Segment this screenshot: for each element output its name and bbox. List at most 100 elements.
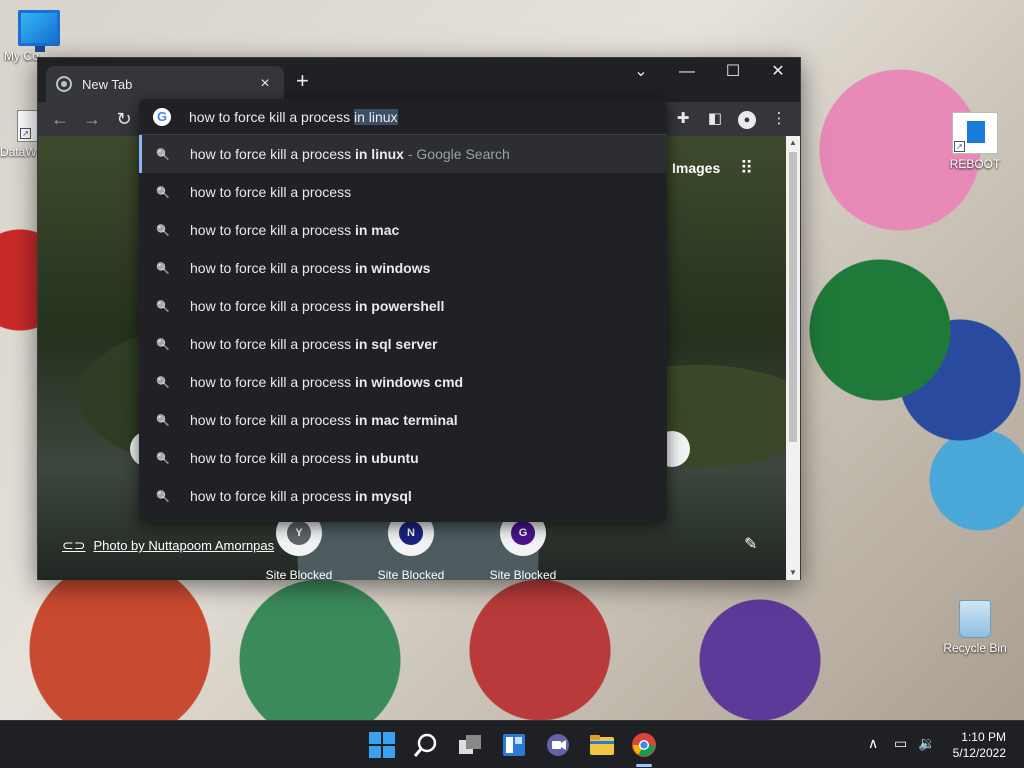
search-icon: 🔍 [156, 452, 170, 465]
suggestion-item[interactable]: 🔍 how to force kill a process in sql serv… [139, 325, 667, 363]
shortcut-letter-icon: G [511, 521, 535, 545]
search-icon: 🔍 [156, 186, 170, 199]
scroll-up-icon[interactable]: ▲ [786, 136, 800, 150]
suggestion-base-text: how to force kill a process [190, 412, 355, 428]
clock-time: 1:10 PM [961, 730, 1006, 744]
extensions-button[interactable]: ✚ [672, 108, 694, 130]
suggestion-item[interactable]: 🔍 how to force kill a process [139, 173, 667, 211]
typed-text: how to force kill a process [189, 108, 354, 125]
desktop-icon-reboot[interactable]: ↗ REBOOT [940, 112, 1010, 171]
search-icon: 🔍 [156, 224, 170, 237]
active-app-indicator [636, 764, 652, 767]
tab-search-button[interactable]: ⌄ [618, 58, 664, 88]
chrome-button[interactable] [628, 729, 660, 761]
start-button[interactable] [366, 729, 398, 761]
side-panel-button[interactable]: ◧ [704, 108, 726, 130]
suggestion-bold-text: in mac terminal [354, 412, 458, 428]
suggestion-bold-text: in sql server [354, 336, 438, 352]
search-icon: 🔍 [156, 376, 170, 389]
windows-logo-icon [369, 732, 395, 758]
desktop-icon-this-pc[interactable]: My Co [4, 10, 74, 63]
chrome-favicon-icon [56, 76, 72, 92]
suggestion-text: how to force kill a process in windows [190, 260, 430, 276]
suggestion-base-text: how to force kill a process [190, 146, 355, 162]
suggestion-base-text: how to force kill a process [190, 222, 355, 238]
vertical-scrollbar[interactable]: ▲ ▼ [786, 136, 800, 580]
suggestion-text: how to force kill a process in sql serve… [190, 336, 437, 352]
search-icon [413, 733, 437, 757]
maximize-button[interactable]: ☐ [710, 58, 756, 88]
desktop-icon-recycle-bin[interactable]: Recycle Bin [940, 600, 1010, 655]
suggestion-bold-text: in windows cmd [354, 374, 464, 390]
suggestion-text: how to force kill a process in ubuntu [190, 450, 419, 466]
title-bar: New Tab × + ⌄ — ☐ ✕ [38, 58, 800, 102]
suggestion-base-text: how to force kill a process [190, 260, 355, 276]
search-icon: 🔍 [156, 148, 170, 161]
google-logo-icon: G [153, 107, 171, 126]
shortcut-label: Site Blocked [377, 568, 445, 580]
suggestion-item[interactable]: 🔍 how to force kill a process in windows [139, 249, 667, 287]
suggestion-bold-text: in ubuntu [354, 450, 419, 466]
address-input[interactable]: how to force kill a process in linux [189, 108, 398, 125]
chat-button[interactable] [542, 729, 574, 761]
task-view-icon [459, 735, 481, 754]
profile-button[interactable]: ● [736, 108, 758, 130]
suggestion-base-text: how to force kill a process [190, 450, 355, 466]
clock[interactable]: 1:10 PM 5/12/2022 [953, 729, 1006, 761]
shortcut-arrow-icon: ↗ [954, 141, 965, 152]
suggestion-base-text: how to force kill a process [190, 184, 352, 200]
chrome-icon [632, 733, 656, 757]
desktop-icon-label: REBOOT [949, 157, 1001, 171]
recycle-bin-icon [959, 600, 991, 638]
widgets-button[interactable] [498, 729, 530, 761]
side-panel-icon: ◧ [707, 110, 723, 127]
suggestion-item[interactable]: 🔍 how to force kill a process in ubuntu [139, 439, 667, 477]
reload-icon: ↻ [116, 109, 132, 129]
customize-pencil-icon[interactable]: ✎ [744, 534, 757, 554]
scroll-down-icon[interactable]: ▼ [786, 566, 800, 580]
scrollbar-thumb[interactable] [789, 152, 797, 442]
suggestion-item[interactable]: 🔍 how to force kill a process in mac term… [139, 401, 667, 439]
suggestion-bold-text: in mysql [354, 488, 412, 504]
images-link[interactable]: Images [672, 160, 720, 176]
suggestion-base-text: how to force kill a process [190, 336, 355, 352]
close-tab-icon[interactable]: × [256, 75, 274, 93]
shortcut-label: Site Blocked [489, 568, 557, 580]
search-button[interactable] [410, 729, 442, 761]
photo-credit-link[interactable]: ⊂⊃ Photo by Nuttapoom Amornpas [62, 537, 274, 554]
tab-new-tab[interactable]: New Tab × [46, 66, 284, 102]
suggestion-bold-text: in linux [354, 146, 404, 162]
reload-button[interactable]: ↻ [112, 107, 136, 131]
suggestion-item[interactable]: 🔍 how to force kill a process in mac [139, 211, 667, 249]
chevron-up-icon[interactable]: ∧ [868, 735, 878, 752]
menu-button[interactable]: ⋮ [768, 108, 790, 130]
tab-title: New Tab [82, 76, 133, 92]
google-apps-icon[interactable]: ⠿ [740, 158, 753, 179]
widgets-icon [503, 734, 525, 756]
shortcut-label: Site Blocked [265, 568, 333, 580]
back-button[interactable]: ← [48, 107, 72, 131]
forward-button[interactable]: → [80, 107, 104, 131]
suggestion-list: 🔍 how to force kill a process in linux - … [139, 135, 667, 515]
address-bar[interactable]: G how to force kill a process in linux [139, 99, 667, 135]
file-explorer-button[interactable] [586, 729, 618, 761]
new-tab-button[interactable]: + [296, 70, 309, 92]
network-icon[interactable]: ▭ [894, 735, 907, 752]
shortcut-arrow-icon: ↗ [20, 128, 31, 139]
minimize-button[interactable]: — [664, 58, 710, 88]
search-icon: 🔍 [156, 338, 170, 351]
puzzle-icon: ✚ [676, 110, 690, 127]
reboot-shortcut-icon: ↗ [952, 112, 998, 154]
search-icon: 🔍 [156, 414, 170, 427]
clock-date: 5/12/2022 [952, 746, 1006, 760]
suggestion-item[interactable]: 🔍 how to force kill a process in mysql [139, 477, 667, 515]
suggestion-item[interactable]: 🔍 how to force kill a process in linux - … [139, 135, 667, 173]
suggestion-item[interactable]: 🔍 how to force kill a process in windows … [139, 363, 667, 401]
close-window-button[interactable]: ✕ [755, 58, 801, 88]
suggestion-bold-text: in powershell [354, 298, 445, 314]
volume-icon[interactable]: 🔉 [918, 735, 935, 752]
suggestion-item[interactable]: 🔍 how to force kill a process in powershe… [139, 287, 667, 325]
task-view-button[interactable] [454, 729, 486, 761]
suggestion-text: how to force kill a process [190, 184, 351, 200]
folder-icon [590, 735, 614, 755]
